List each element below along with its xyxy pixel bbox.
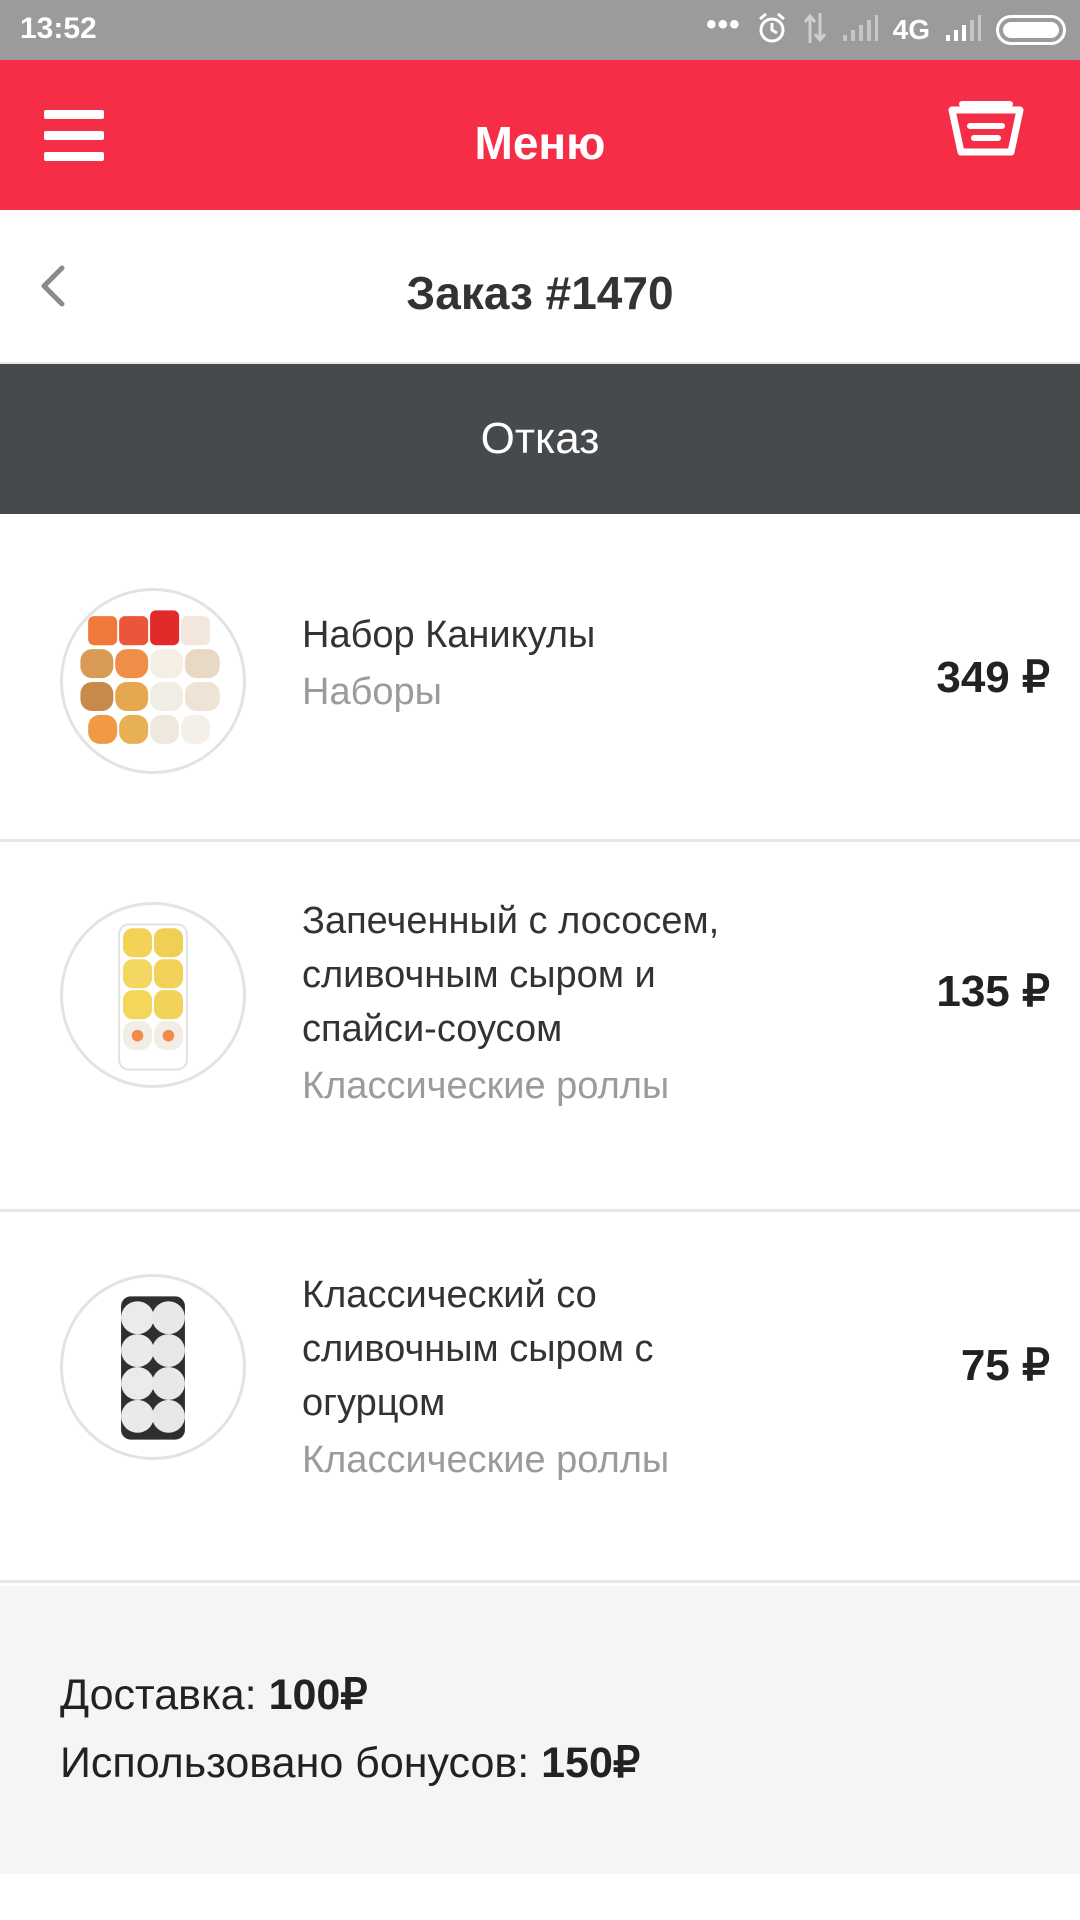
alarm-icon (755, 11, 789, 50)
item-name: Классический со сливочным сыром с огурцо… (302, 1274, 654, 1424)
basket-icon[interactable] (948, 98, 1024, 162)
order-status-banner: Отказ (0, 364, 1080, 514)
bonus-label: Использовано бонусов: (60, 1739, 530, 1787)
more-notifications-icon: ••• (706, 8, 741, 41)
delivery-line: Доставка: 100₽ (60, 1670, 368, 1720)
order-item: Запеченный с лососем, сливочным сыром и … (0, 842, 1080, 1212)
delivery-label: Доставка: (60, 1671, 257, 1719)
network-type: 4G (892, 14, 930, 45)
battery-icon (996, 15, 1066, 45)
item-category: Классические роллы (302, 1065, 670, 1107)
bonus-line: Использовано бонусов: 150₽ (60, 1738, 640, 1788)
app-bar: Меню (0, 60, 1080, 210)
item-price: 349 ₽ (936, 653, 1050, 702)
sushi-set-image (60, 588, 246, 774)
salmon-roll-image (60, 902, 246, 1088)
order-item: Классический со сливочным сыром с огурцо… (0, 1212, 1080, 1583)
item-price: 135 ₽ (936, 967, 1050, 1016)
delivery-value: 100₽ (268, 1671, 368, 1719)
bonus-value: 150₽ (541, 1739, 641, 1787)
item-name: Набор Каникулы (302, 614, 596, 656)
status-icons: ••• 4G (706, 8, 1066, 50)
app-bar-title: Меню (474, 117, 606, 169)
order-item: Набор Каникулы Наборы 349 ₽ (0, 514, 1080, 842)
order-header: Заказ #1470 (0, 210, 1080, 364)
item-price: 75 ₽ (960, 1341, 1050, 1390)
item-text: Набор Каникулы Наборы (302, 608, 762, 722)
order-summary: Доставка: 100₽ Использовано бонусов: 150… (0, 1586, 1080, 1874)
status-time: 13:52 (20, 12, 97, 45)
item-name: Запеченный с лососем, сливочным сыром и … (302, 900, 720, 1050)
status-bar: 13:52 ••• 4G (0, 0, 1080, 60)
item-text: Запеченный с лососем, сливочным сыром и … (302, 894, 762, 1116)
signal-icon (944, 13, 982, 48)
order-items-list: Набор Каникулы Наборы 349 ₽ Запеченный с… (0, 514, 1080, 1583)
data-transfer-icon (803, 11, 827, 50)
item-category: Классические роллы (302, 1439, 670, 1481)
cucumber-roll-image (60, 1274, 246, 1460)
signal-weak-icon (841, 13, 879, 48)
order-title: Заказ #1470 (406, 267, 674, 319)
item-category: Наборы (302, 671, 442, 713)
item-text: Классический со сливочным сыром с огурцо… (302, 1268, 762, 1490)
